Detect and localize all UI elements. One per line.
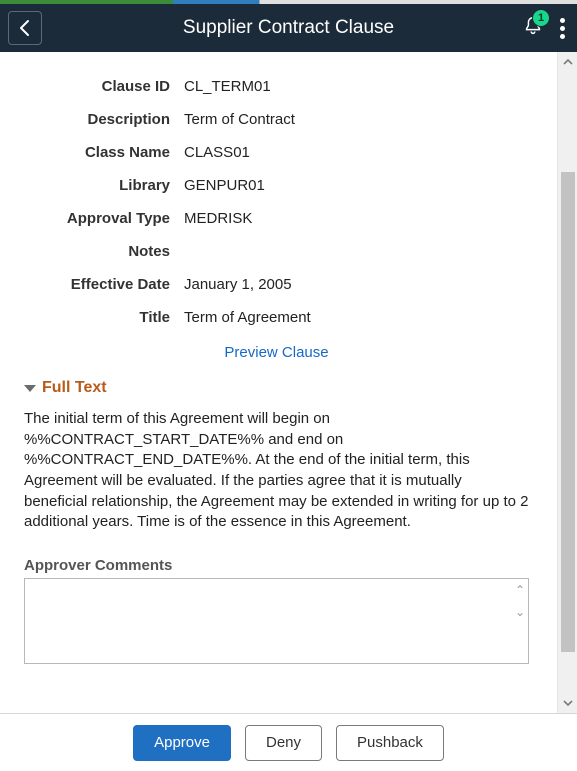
scroll-thumb[interactable] [561, 172, 575, 652]
field-value: Term of Contract [184, 111, 295, 128]
field-label: Description [24, 111, 184, 128]
field-label: Class Name [24, 144, 184, 161]
field-label: Clause ID [24, 78, 184, 95]
full-text-body: The initial term of this Agreement will … [24, 409, 529, 533]
chevron-left-icon [18, 19, 32, 37]
notifications-button[interactable]: 1 [522, 15, 544, 42]
field-value: January 1, 2005 [184, 276, 292, 293]
field-clause-id: Clause ID CL_TERM01 [24, 70, 529, 103]
page-title: Supplier Contract Clause [0, 17, 577, 39]
field-notes: Notes [24, 235, 529, 268]
field-value: CL_TERM01 [184, 78, 271, 95]
deny-button[interactable]: Deny [245, 725, 322, 761]
notification-count-badge: 1 [532, 9, 550, 27]
field-label: Library [24, 177, 184, 194]
field-description: Description Term of Contract [24, 103, 529, 136]
field-value: MEDRISK [184, 210, 252, 227]
field-label: Notes [24, 243, 184, 260]
approver-comments-label: Approver Comments [24, 557, 529, 574]
field-approval-type: Approval Type MEDRISK [24, 202, 529, 235]
field-effective-date: Effective Date January 1, 2005 [24, 268, 529, 301]
approver-comments-input[interactable] [24, 578, 529, 664]
field-label: Title [24, 309, 184, 326]
scroll-down-icon[interactable] [558, 693, 577, 713]
approve-button[interactable]: Approve [133, 725, 231, 761]
pushback-button[interactable]: Pushback [336, 725, 444, 761]
app-header: Supplier Contract Clause 1 [0, 4, 577, 52]
vertical-scrollbar[interactable] [557, 52, 577, 713]
overflow-menu-button[interactable] [556, 14, 569, 43]
field-label: Approval Type [24, 210, 184, 227]
content-area: Clause ID CL_TERM01 Description Term of … [0, 52, 577, 713]
field-value: GENPUR01 [184, 177, 265, 194]
full-text-section-toggle[interactable]: Full Text [24, 379, 529, 397]
action-footer: Approve Deny Pushback [0, 713, 577, 771]
preview-clause-link[interactable]: Preview Clause [24, 344, 529, 361]
field-label: Effective Date [24, 276, 184, 293]
field-class-name: Class Name CLASS01 [24, 136, 529, 169]
field-value: CLASS01 [184, 144, 250, 161]
scroll-up-icon[interactable] [558, 52, 577, 72]
section-heading-label: Full Text [42, 379, 107, 397]
field-title: Title Term of Agreement [24, 301, 529, 334]
back-button[interactable] [8, 11, 42, 45]
field-value: Term of Agreement [184, 309, 311, 326]
field-library: Library GENPUR01 [24, 169, 529, 202]
chevron-down-icon [24, 385, 36, 392]
